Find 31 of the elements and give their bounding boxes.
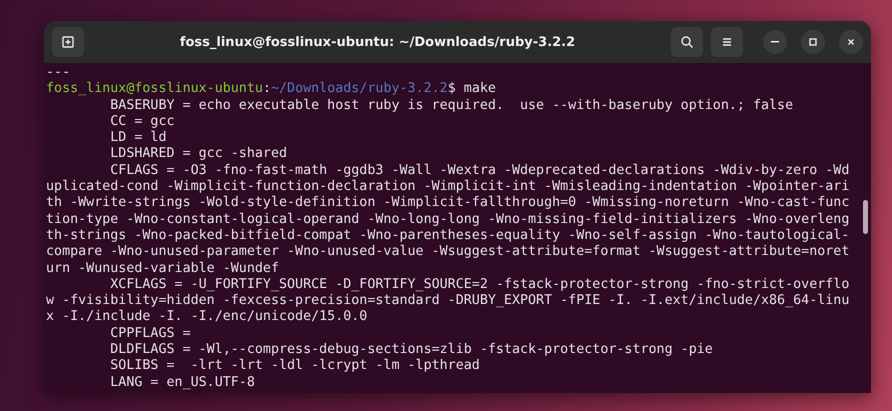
scrollbar-thumb[interactable] <box>862 200 868 234</box>
output-line: urn -Wunused-variable -Wundef <box>46 260 280 277</box>
prompt-line: foss_linux@fosslinux-ubuntu:~/Downloads/ruby-3.2.2$ make <box>46 81 497 98</box>
window-title: foss_linux@fosslinux-ubuntu: ~/Downloads/ruby-3.2.2 <box>178 34 576 50</box>
close-button[interactable] <box>839 30 863 54</box>
output-line: th-strings -Wno-packed-bitfield-compat -Wno-parentheses-equality -Wno-self-assign -Wno-tautological- <box>46 228 850 244</box>
menu-button[interactable] <box>711 27 743 57</box>
search-button[interactable] <box>671 27 703 57</box>
output-line: w -fvisibility=hidden -fexcess-precision=standard -DRUBY_EXPORT -fPIE -I. -I.ext/include/x86_64-linu <box>46 293 850 310</box>
output-line: x -I./include -I. -I./enc/unicode/15.0.0 <box>46 309 368 326</box>
new-tab-button[interactable] <box>52 27 84 57</box>
output-line: --- <box>46 65 72 82</box>
output-line: CC = gcc <box>109 114 176 130</box>
output-line: CPPFLAGS = <box>109 326 192 342</box>
maximize-button[interactable] <box>801 30 825 54</box>
minimize-icon <box>771 41 779 43</box>
output-line: LDSHARED = gcc -shared <box>109 146 288 163</box>
output-line: DLDFLAGS = -Wl,--compress-debug-sections=zlib -fstack-protector-strong -pie <box>109 342 714 358</box>
new-tab-icon <box>61 35 75 49</box>
output-line: XCFLAGS = -U_FORTIFY_SOURCE -D_FORTIFY_SOURCE=2 -fstack-protector-strong -fno-strict-overflo <box>109 276 850 294</box>
output-line: uplicated-cond -Wimplicit-function-declaration -Wimplicit-int -Wmisleading-indentation -Wpointer-ari <box>46 179 850 196</box>
search-icon <box>680 35 694 49</box>
output-line: CFLAGS = -O3 -fno-fast-math -ggdb3 -Wall -Wextra -Wdeprecated-declarations -Wdiv-by-zero -Wd <box>109 162 850 180</box>
output-line: th -Wwrite-strings -Wold-style-definition -Wimplicit-fallthrough=0 -Wmissing-noreturn -Wno-cast-func <box>46 195 850 212</box>
output-line: LANG = en_US.UTF-8 <box>109 374 256 391</box>
output-line: tion-type -Wno-constant-logical-operand -Wno-long-long -Wno-missing-field-initializers -Wno-overleng <box>46 212 850 228</box>
output-line: BASERUBY = echo executable host ruby is required. use --with-baseruby option.; false <box>109 98 794 114</box>
output-line: compare -Wno-unused-parameter -Wno-unused-value -Wsuggest-attribute=format -Wsuggest-attribute=noret <box>46 244 850 261</box>
output-line: LD = ld <box>109 130 168 146</box>
output-line: SOLIBS = -lrt -lrt -ldl -lcrypt -lm -lpthread <box>109 358 481 375</box>
minimize-button[interactable] <box>763 30 787 54</box>
